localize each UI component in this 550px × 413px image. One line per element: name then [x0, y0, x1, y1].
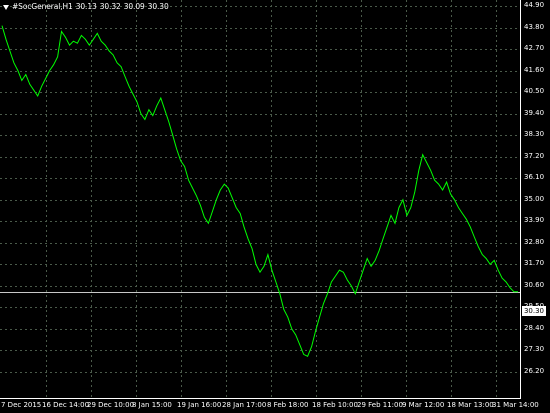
price-tick-label: 38.30 — [524, 130, 545, 139]
time-tick-label: 8 Feb 18:00 — [267, 401, 309, 409]
time-tick-label: 28 Jan 17:00 — [222, 401, 267, 409]
open-value: 30.13 — [75, 2, 97, 11]
price-tick-label: 36.10 — [524, 173, 545, 182]
symbol-label: #SocGeneral,H1 — [12, 2, 73, 11]
price-tick-label: 32.80 — [524, 237, 545, 246]
current-price-tag: 30.30 — [522, 306, 546, 316]
low-value: 30.09 — [123, 2, 145, 11]
price-tick-label: 30.60 — [524, 280, 545, 289]
time-tick-label: 9 Mar 12:00 — [402, 401, 445, 409]
chart-window[interactable]: #SocGeneral,H1 30.13 30.32 30.09 30.30 44.90… — [0, 0, 550, 413]
time-tick-label: 18 Mar 13:00 — [447, 401, 494, 409]
price-tick-label: 42.70 — [524, 44, 545, 53]
price-tick-label: 27.30 — [524, 345, 545, 354]
chart-header: #SocGeneral,H1 30.13 30.32 30.09 30.30 — [3, 2, 172, 11]
price-tick-label: 41.60 — [524, 65, 545, 74]
price-tick-label: 37.20 — [524, 151, 545, 160]
price-tick-label: 44.90 — [524, 1, 545, 9]
price-tick-label: 26.20 — [524, 367, 545, 375]
price-tick-label: 33.90 — [524, 216, 545, 225]
close-value: 30.30 — [147, 2, 169, 11]
time-tick-label: 29 Feb 11:00 — [357, 401, 403, 409]
time-tick-label: 19 Jan 16:00 — [177, 401, 222, 409]
high-value: 30.32 — [99, 2, 121, 11]
price-tick-label: 35.00 — [524, 194, 545, 203]
time-tick-label: 31 Mar 14:00 — [492, 401, 539, 409]
price-tick-label: 31.70 — [524, 259, 545, 268]
grid-lines — [0, 0, 520, 398]
time-tick-label: 8 Jan 15:00 — [132, 401, 172, 409]
price-tick-label: 39.40 — [524, 108, 545, 117]
dropdown-triangle-icon[interactable] — [3, 4, 9, 10]
time-tick-label: 16 Dec 14:00 — [42, 401, 90, 409]
time-tick-label: 29 Dec 10:00 — [87, 401, 135, 409]
price-tick-label: 43.80 — [524, 22, 545, 31]
time-tick-label: 18 Feb 10:00 — [312, 401, 358, 409]
price-tick-label: 28.40 — [524, 323, 545, 332]
time-tick-label: 7 Dec 2015 — [1, 401, 42, 409]
price-series-line — [1, 25, 518, 357]
price-tick-label: 40.50 — [524, 87, 545, 96]
price-chart[interactable] — [0, 0, 550, 413]
